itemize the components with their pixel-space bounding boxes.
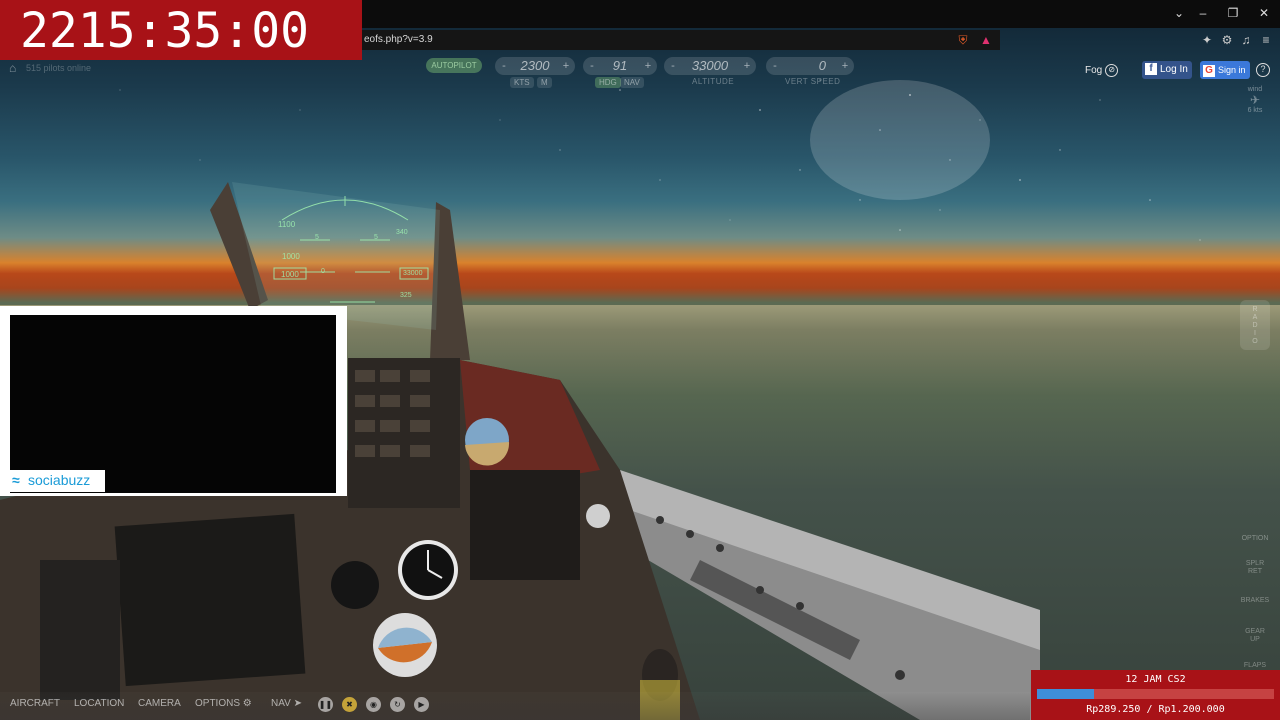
music-icon[interactable]: ♫ [1239, 33, 1253, 47]
heading-value[interactable]: 91 [599, 57, 641, 75]
google-signin-label: Sign in [1218, 65, 1246, 75]
brave-rewards-icon[interactable]: ▲ [979, 33, 993, 47]
altitude-control: - 33000 + [664, 57, 756, 75]
menu-nav-label: NAV [271, 698, 291, 709]
google-icon: G [1203, 64, 1215, 77]
speed-unit-mach[interactable]: M [537, 77, 552, 88]
donation-goal-progress [1037, 689, 1094, 699]
radio-letter: D [1252, 322, 1258, 329]
play-icon[interactable]: ▶ [414, 697, 429, 712]
radio-letter: O [1252, 338, 1258, 345]
altitude-plus-button[interactable]: + [740, 57, 754, 75]
fog-toggle[interactable]: Fog ⊘ [1085, 64, 1119, 77]
address-bar[interactable] [362, 30, 1000, 50]
restore-icon[interactable]: ❐ [1226, 6, 1240, 20]
menu-aircraft[interactable]: AIRCRAFT [10, 698, 60, 709]
hud-alt-label-1: 340 [396, 229, 408, 236]
pilots-online: 515 pilots online [26, 63, 92, 73]
altitude-value[interactable]: 33000 [680, 57, 740, 75]
stream-timer: 2215:35:00 [20, 3, 309, 59]
close-icon[interactable]: ✕ [1257, 6, 1271, 20]
wind-label: wind [1247, 86, 1263, 93]
vert-speed-minus-button[interactable]: - [768, 57, 782, 75]
spoiler-label: SPLR [1245, 560, 1265, 567]
hud-alt-label-3: 325 [400, 292, 412, 299]
speed-unit-kts[interactable]: KTS [510, 77, 534, 88]
hud-pitch-left: 5 [315, 234, 319, 241]
gear-button[interactable]: GEAR UP [1238, 628, 1272, 644]
vert-speed-control: - 0 + [766, 57, 854, 75]
hud-pitch-center: 0 [321, 268, 325, 275]
compass-icon: ➤ [293, 698, 302, 709]
autopilot-button[interactable]: AUTOPILOT [426, 58, 482, 73]
sociabuzz-logo: sociabuzz [28, 473, 90, 488]
facebook-login-button[interactable]: f Log In [1142, 61, 1192, 79]
menu-options-label: OPTIONS [195, 698, 241, 709]
heading-minus-button[interactable]: - [585, 57, 599, 75]
minimize-icon[interactable]: – [1196, 6, 1210, 20]
chevron-down-icon[interactable]: ⌄ [1172, 6, 1186, 20]
vert-speed-label: VERT SPEED [785, 77, 841, 86]
wind-speed: 6 kts [1247, 107, 1263, 114]
help-icon[interactable]: ? [1256, 63, 1270, 77]
eye-icon[interactable]: ◉ [366, 697, 381, 712]
menu-nav[interactable]: NAV ➤ [271, 698, 302, 709]
speed-minus-button[interactable]: - [497, 57, 511, 75]
heading-mode-hdg[interactable]: HDG [595, 77, 621, 88]
pause-icon[interactable]: ❚❚ [318, 697, 333, 712]
heading-control: - 91 + [583, 57, 657, 75]
menu-options[interactable]: OPTIONS ⚙ [195, 698, 252, 709]
radio-button[interactable]: R A D I O [1240, 300, 1270, 350]
vert-speed-value[interactable]: 0 [782, 57, 838, 75]
home-icon[interactable]: ⌂ [9, 61, 16, 75]
spoiler-button[interactable]: SPLR RET [1238, 560, 1272, 576]
speed-value[interactable]: 2300 [511, 57, 559, 75]
brakes-button[interactable]: BRAKES [1238, 597, 1272, 605]
sociabuzz-logo-icon: ≈ [12, 472, 20, 488]
vert-speed-plus-button[interactable]: + [838, 57, 852, 75]
flaps-button[interactable]: FLAPS [1238, 662, 1272, 670]
hud-speed-label-1: 1100 [278, 220, 296, 229]
speed-plus-button[interactable]: + [559, 57, 573, 75]
option-button[interactable]: OPTION [1238, 535, 1272, 543]
gear-label: GEAR [1245, 628, 1265, 635]
spoiler-state: RET [1248, 568, 1262, 575]
speed-control: - 2300 + [495, 57, 575, 75]
gear-icon: ⚙ [242, 698, 252, 709]
facebook-icon: f [1145, 63, 1157, 76]
radio-letter: A [1252, 314, 1258, 321]
sound-muted-icon[interactable]: ✖ [342, 697, 357, 712]
wand-icon[interactable]: ✦ [1200, 33, 1214, 47]
menu-icon[interactable]: ≡ [1259, 33, 1273, 47]
fog-off-icon: ⊘ [1105, 64, 1119, 77]
menu-camera[interactable]: CAMERA [138, 698, 181, 709]
hud-alt-box: 33000 [403, 270, 423, 277]
heading-mode-nav[interactable]: NAV [620, 77, 644, 88]
sociabuzz-logo-part: buzz [60, 472, 91, 488]
airplane-icon: ✈ [1249, 93, 1261, 107]
wind-indicator: wind ✈ 6 kts [1238, 86, 1272, 126]
menu-location[interactable]: LOCATION [74, 698, 124, 709]
facebook-login-label: Log In [1160, 64, 1188, 75]
google-signin-button[interactable]: G Sign in [1200, 61, 1250, 79]
gear-state: UP [1250, 636, 1260, 643]
hud-speed-label-2: 1000 [282, 252, 300, 261]
fog-label: Fog [1085, 65, 1103, 77]
donation-goal-title: 12 JAM CS2 [1125, 674, 1186, 685]
hud-pitch-right: 5 [374, 234, 378, 241]
radio-letter: I [1254, 330, 1256, 337]
hud-speed-box: 1000 [281, 270, 299, 279]
reset-icon[interactable]: ↻ [390, 697, 405, 712]
altitude-label: ALTITUDE [692, 77, 735, 86]
sociabuzz-logo-part: socia [28, 472, 61, 488]
donation-goal-amount: Rp289.250 / Rp1.200.000 [1086, 704, 1225, 715]
heading-plus-button[interactable]: + [641, 57, 655, 75]
altitude-minus-button[interactable]: - [666, 57, 680, 75]
webcam-view [10, 315, 336, 493]
extensions-icon[interactable]: ⚙ [1220, 33, 1234, 47]
brave-shield-icon[interactable]: ⛨ [956, 33, 970, 47]
radio-letter: R [1252, 306, 1258, 313]
url-text: eofs.php?v=3.9 [364, 34, 433, 45]
